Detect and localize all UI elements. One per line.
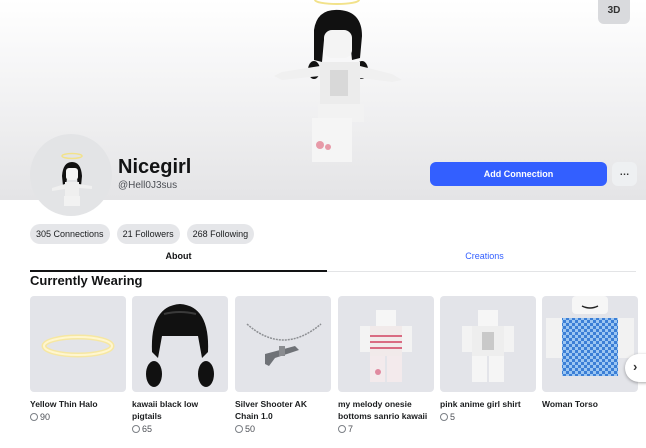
profile-stats: 305 Connections 21 Followers 268 Followi… xyxy=(30,224,255,244)
robux-icon xyxy=(132,425,140,433)
currently-wearing-list: Yellow Thin Halo 90 kawaii black low pig… xyxy=(30,296,646,448)
item-price: 50 xyxy=(235,424,331,434)
item-price: 7 xyxy=(338,424,434,434)
robux-icon xyxy=(235,425,243,433)
shirt-icon xyxy=(440,296,536,392)
item-name: Silver Shooter AK Chain 1.0 xyxy=(235,399,307,421)
chain-icon xyxy=(235,296,331,392)
connections-count-pill[interactable]: 305 Connections xyxy=(30,224,110,244)
profile-username: @Hell0J3sus xyxy=(118,180,178,191)
view-3d-button[interactable]: 3D xyxy=(598,0,630,24)
robux-icon xyxy=(30,413,38,421)
item-price: 5 xyxy=(440,412,536,422)
wearing-item[interactable]: kawaii black low pigtails 65 xyxy=(132,296,228,434)
item-name: Woman Torso xyxy=(542,399,598,409)
avatar-3d-render xyxy=(262,0,412,170)
item-price: 65 xyxy=(132,424,228,434)
item-price: 90 xyxy=(30,412,126,422)
halo-icon xyxy=(30,296,126,392)
avatar-headshot[interactable] xyxy=(30,134,112,216)
tab-creations[interactable]: Creations xyxy=(333,248,636,272)
pants-icon xyxy=(338,296,434,392)
wearing-item[interactable]: pink anime girl shirt 5 xyxy=(440,296,536,422)
profile-display-name: Nicegirl xyxy=(118,156,192,178)
more-options-button[interactable]: … xyxy=(612,162,637,186)
robux-icon xyxy=(440,413,448,421)
item-name: Yellow Thin Halo xyxy=(30,399,98,409)
wearing-item[interactable]: Yellow Thin Halo 90 xyxy=(30,296,126,422)
currently-wearing-heading: Currently Wearing xyxy=(30,273,143,288)
tab-about[interactable]: About xyxy=(30,248,327,272)
hair-icon xyxy=(132,296,228,392)
followers-count-pill[interactable]: 21 Followers xyxy=(116,224,180,244)
carousel-next-button[interactable]: › xyxy=(625,354,646,382)
wearing-item[interactable]: Woman Torso xyxy=(542,296,638,410)
robux-icon xyxy=(338,425,346,433)
wearing-item[interactable]: Silver Shooter AK Chain 1.0 50 xyxy=(235,296,331,434)
torso-icon xyxy=(542,296,638,392)
item-name: my melody onesie bottoms sanrio kawaii xyxy=(338,399,428,421)
add-connection-button[interactable]: Add Connection xyxy=(430,162,607,186)
item-name: pink anime girl shirt xyxy=(440,399,521,409)
wearing-item[interactable]: my melody onesie bottoms sanrio kawaii 7 xyxy=(338,296,434,434)
following-count-pill[interactable]: 268 Following xyxy=(186,224,255,244)
item-name: kawaii black low pigtails xyxy=(132,399,199,421)
profile-tabs: About Creations xyxy=(30,248,636,272)
